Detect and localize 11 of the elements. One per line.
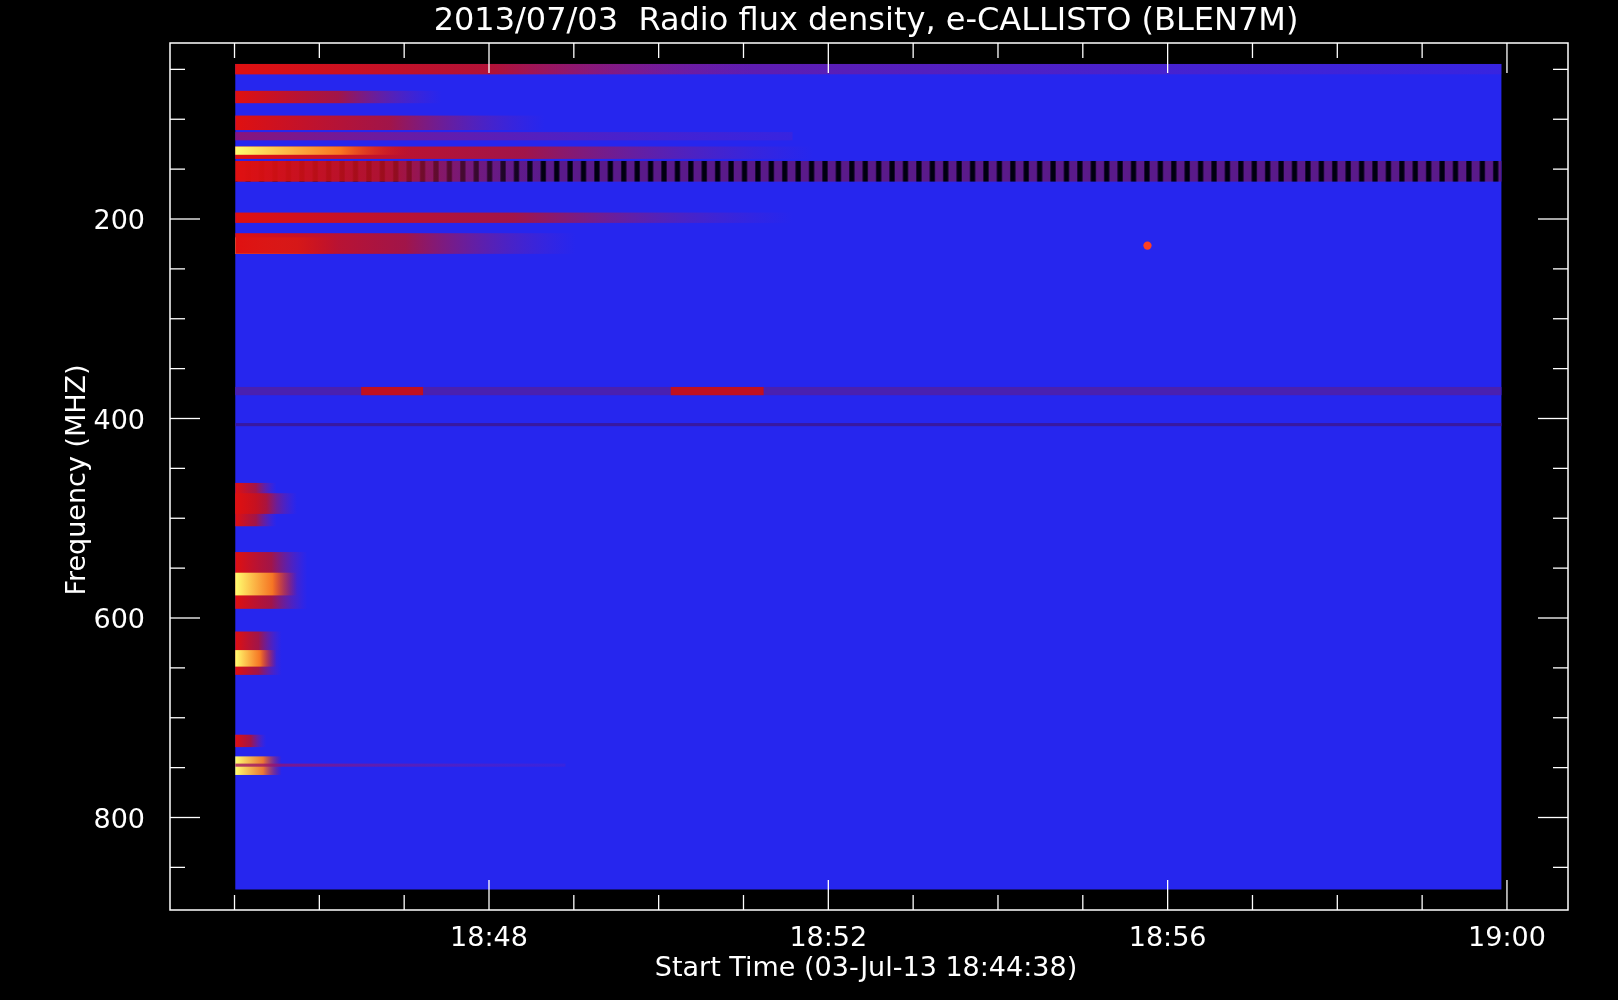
axis-tick-label: 800	[93, 802, 145, 834]
y-axis-label: Frequency (MHZ)	[60, 364, 91, 596]
axis-tick-label: 18:56	[1128, 921, 1207, 952]
axis-tick-label: 18:52	[789, 921, 868, 952]
axis-tick-label: 400	[93, 403, 145, 435]
x-axis-label: Start Time (03-Jul-13 18:44:38)	[654, 951, 1078, 982]
axis-tick-label: 600	[93, 603, 145, 634]
chart-title: 2013/07/03 Radio flux density, e-CALLISTO (BLEN7M)	[433, 0, 1299, 38]
axis-tick-label: 19:00	[1468, 921, 1546, 952]
axis-tick-label: 18:48	[450, 921, 528, 952]
axis-tick-label: 200	[93, 204, 145, 235]
